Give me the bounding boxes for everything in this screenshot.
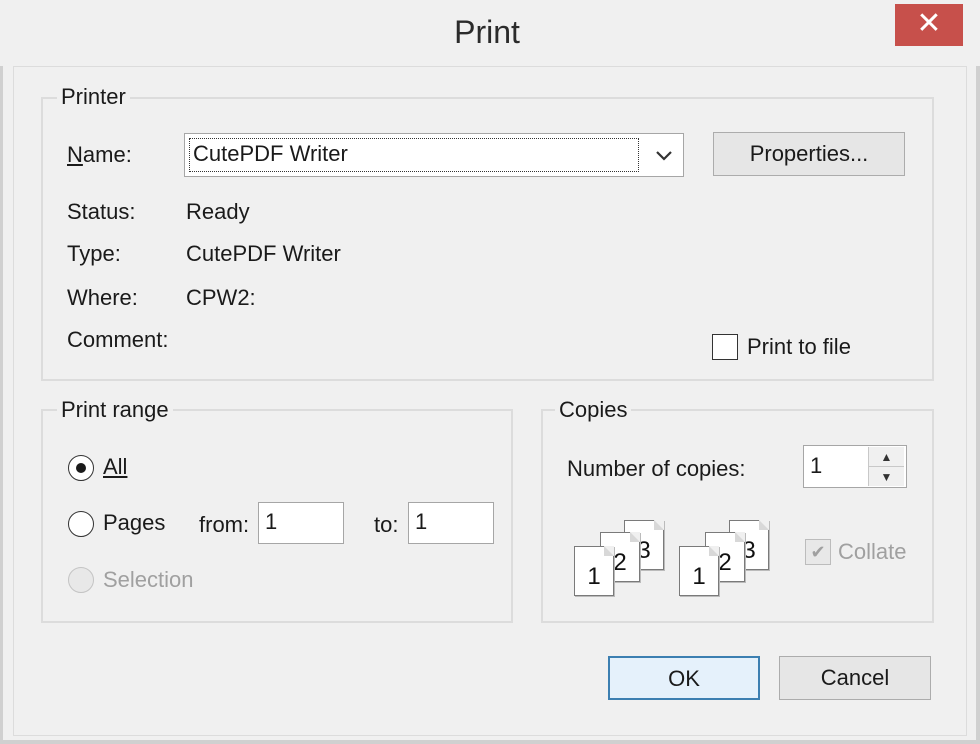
ok-button[interactable]: OK bbox=[608, 656, 760, 700]
page-number: 1 bbox=[692, 563, 706, 590]
where-value: CPW2: bbox=[186, 285, 256, 310]
status-label: Status: bbox=[67, 199, 136, 224]
all-radio[interactable] bbox=[68, 455, 94, 481]
pages-radio[interactable] bbox=[68, 511, 94, 537]
selection-radio[interactable] bbox=[68, 567, 94, 593]
window-frame-bottom bbox=[0, 740, 980, 744]
properties-button-label: Properties... bbox=[749, 141, 869, 166]
page-number: 1 bbox=[587, 563, 601, 590]
window-frame-left bbox=[0, 0, 3, 744]
type-value: CutePDF Writer bbox=[186, 241, 341, 266]
close-icon: ✕ bbox=[916, 7, 942, 40]
status-value: Ready bbox=[186, 199, 250, 224]
page-icon: 1 bbox=[574, 546, 614, 596]
radio-selected-dot bbox=[76, 463, 86, 473]
cancel-button-label: Cancel bbox=[820, 665, 890, 690]
name-label-mnemonic: N bbox=[67, 142, 83, 167]
page-number: 2 bbox=[613, 549, 627, 576]
from-label: from: bbox=[199, 512, 250, 537]
number-of-copies-label: Number of copies: bbox=[567, 456, 746, 481]
page-icon: 1 bbox=[679, 546, 719, 596]
cancel-button[interactable]: Cancel bbox=[779, 656, 931, 700]
dialog-title: Print bbox=[454, 14, 520, 50]
checkmark-icon: ✔ bbox=[810, 542, 826, 562]
print-to-file-label[interactable]: Print to file bbox=[747, 333, 851, 361]
where-label: Where: bbox=[67, 285, 138, 310]
print-range-legend: Print range bbox=[57, 397, 173, 423]
printer-group-legend: Printer bbox=[57, 84, 130, 110]
to-label: to: bbox=[374, 512, 399, 537]
all-label[interactable]: All bbox=[103, 453, 127, 481]
all-label-text: All bbox=[103, 454, 128, 479]
properties-button[interactable]: Properties... bbox=[713, 132, 905, 176]
ok-button-label: OK bbox=[668, 666, 700, 691]
close-button[interactable]: ✕ bbox=[895, 4, 963, 46]
collate-checkbox[interactable]: ✔ bbox=[805, 539, 831, 565]
comment-label: Comment: bbox=[67, 327, 169, 352]
arrow-down-icon[interactable]: ▼ bbox=[868, 466, 904, 486]
arrow-up-icon[interactable]: ▲ bbox=[868, 447, 904, 467]
window-frame-right bbox=[976, 0, 980, 744]
name-label: Name: bbox=[67, 142, 132, 167]
from-page-input[interactable]: 1 bbox=[258, 502, 344, 544]
collate-illustration-right: 3 2 1 bbox=[675, 520, 775, 600]
type-label: Type: bbox=[67, 241, 121, 266]
selection-label: Selection bbox=[103, 567, 194, 592]
page-number: 2 bbox=[718, 549, 732, 576]
pages-label[interactable]: Pages bbox=[103, 509, 165, 537]
printer-name-value: CutePDF Writer bbox=[193, 141, 348, 166]
chevron-down-icon[interactable] bbox=[647, 138, 681, 172]
collate-illustration-left: 3 2 1 bbox=[570, 520, 670, 600]
printer-name-dropdown[interactable]: CutePDF Writer bbox=[184, 133, 684, 177]
to-page-input[interactable]: 1 bbox=[408, 502, 494, 544]
print-to-file-checkbox[interactable] bbox=[712, 334, 738, 360]
copies-legend: Copies bbox=[555, 397, 632, 423]
collate-label: Collate bbox=[838, 539, 907, 564]
number-of-copies-value: 1 bbox=[810, 453, 823, 478]
